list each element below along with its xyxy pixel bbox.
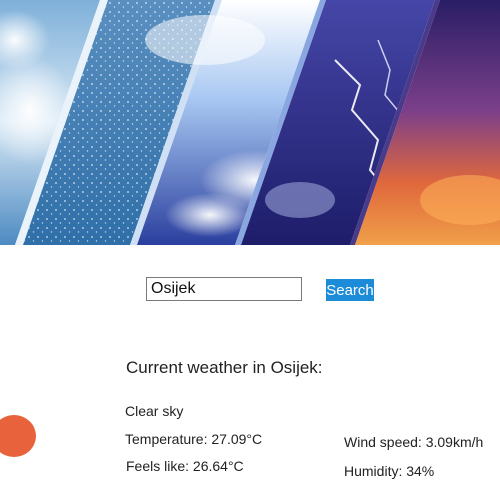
weather-collage-graphic (0, 0, 500, 245)
wind-speed-value: Wind speed: 3.09km/h (344, 434, 484, 450)
city-search-input[interactable] (146, 277, 302, 301)
temperature-value: Temperature: 27.09°C (125, 431, 263, 447)
weather-heading: Current weather in Osijek: (126, 358, 323, 377)
weather-app-page: Search Current weather in Osijek: Clear … (0, 0, 500, 500)
search-button[interactable]: Search (326, 279, 374, 301)
weather-status-circle (0, 415, 36, 457)
search-row: Search (146, 277, 386, 303)
feels-like-value: Feels like: 26.64°C (126, 458, 244, 474)
humidity-value: Humidity: 34% (344, 463, 435, 479)
weather-description: Clear sky (125, 403, 184, 419)
weather-banner-image (0, 0, 500, 245)
